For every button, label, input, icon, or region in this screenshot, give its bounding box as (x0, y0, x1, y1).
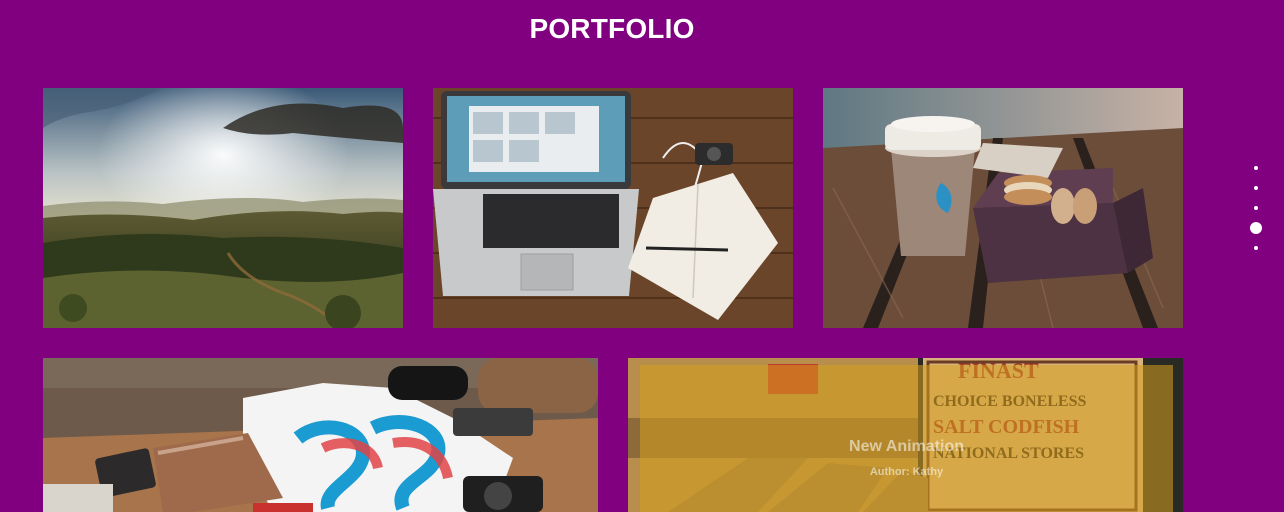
pagination-dot-5[interactable] (1254, 246, 1258, 250)
laptop-image (433, 88, 793, 328)
portfolio-item-landscape[interactable] (43, 88, 403, 328)
portfolio-item-title: New Animation (849, 438, 964, 455)
landscape-image (43, 88, 403, 328)
portfolio-item-new-animation[interactable]: FINAST CHOICE BONELESS SALT CODFISH NATI… (628, 358, 1183, 512)
coffee-image (823, 88, 1183, 328)
pagination-dot-3[interactable] (1254, 206, 1258, 210)
pagination-dot-4-active[interactable] (1250, 222, 1262, 234)
page-title: PORTFOLIO (529, 13, 695, 44)
pagination-dot-1[interactable] (1254, 166, 1258, 170)
pagination-dot-2[interactable] (1254, 186, 1258, 190)
tshirt-image (43, 358, 598, 512)
portfolio-item-coffee[interactable] (823, 88, 1183, 328)
portfolio-item-tshirt[interactable] (43, 358, 598, 512)
portfolio-item-author: Author: Kathy (869, 466, 944, 478)
portfolio-item-laptop[interactable] (433, 88, 793, 328)
portfolio-hover-overlay[interactable]: New Animation Author: Kathy (640, 365, 1173, 512)
